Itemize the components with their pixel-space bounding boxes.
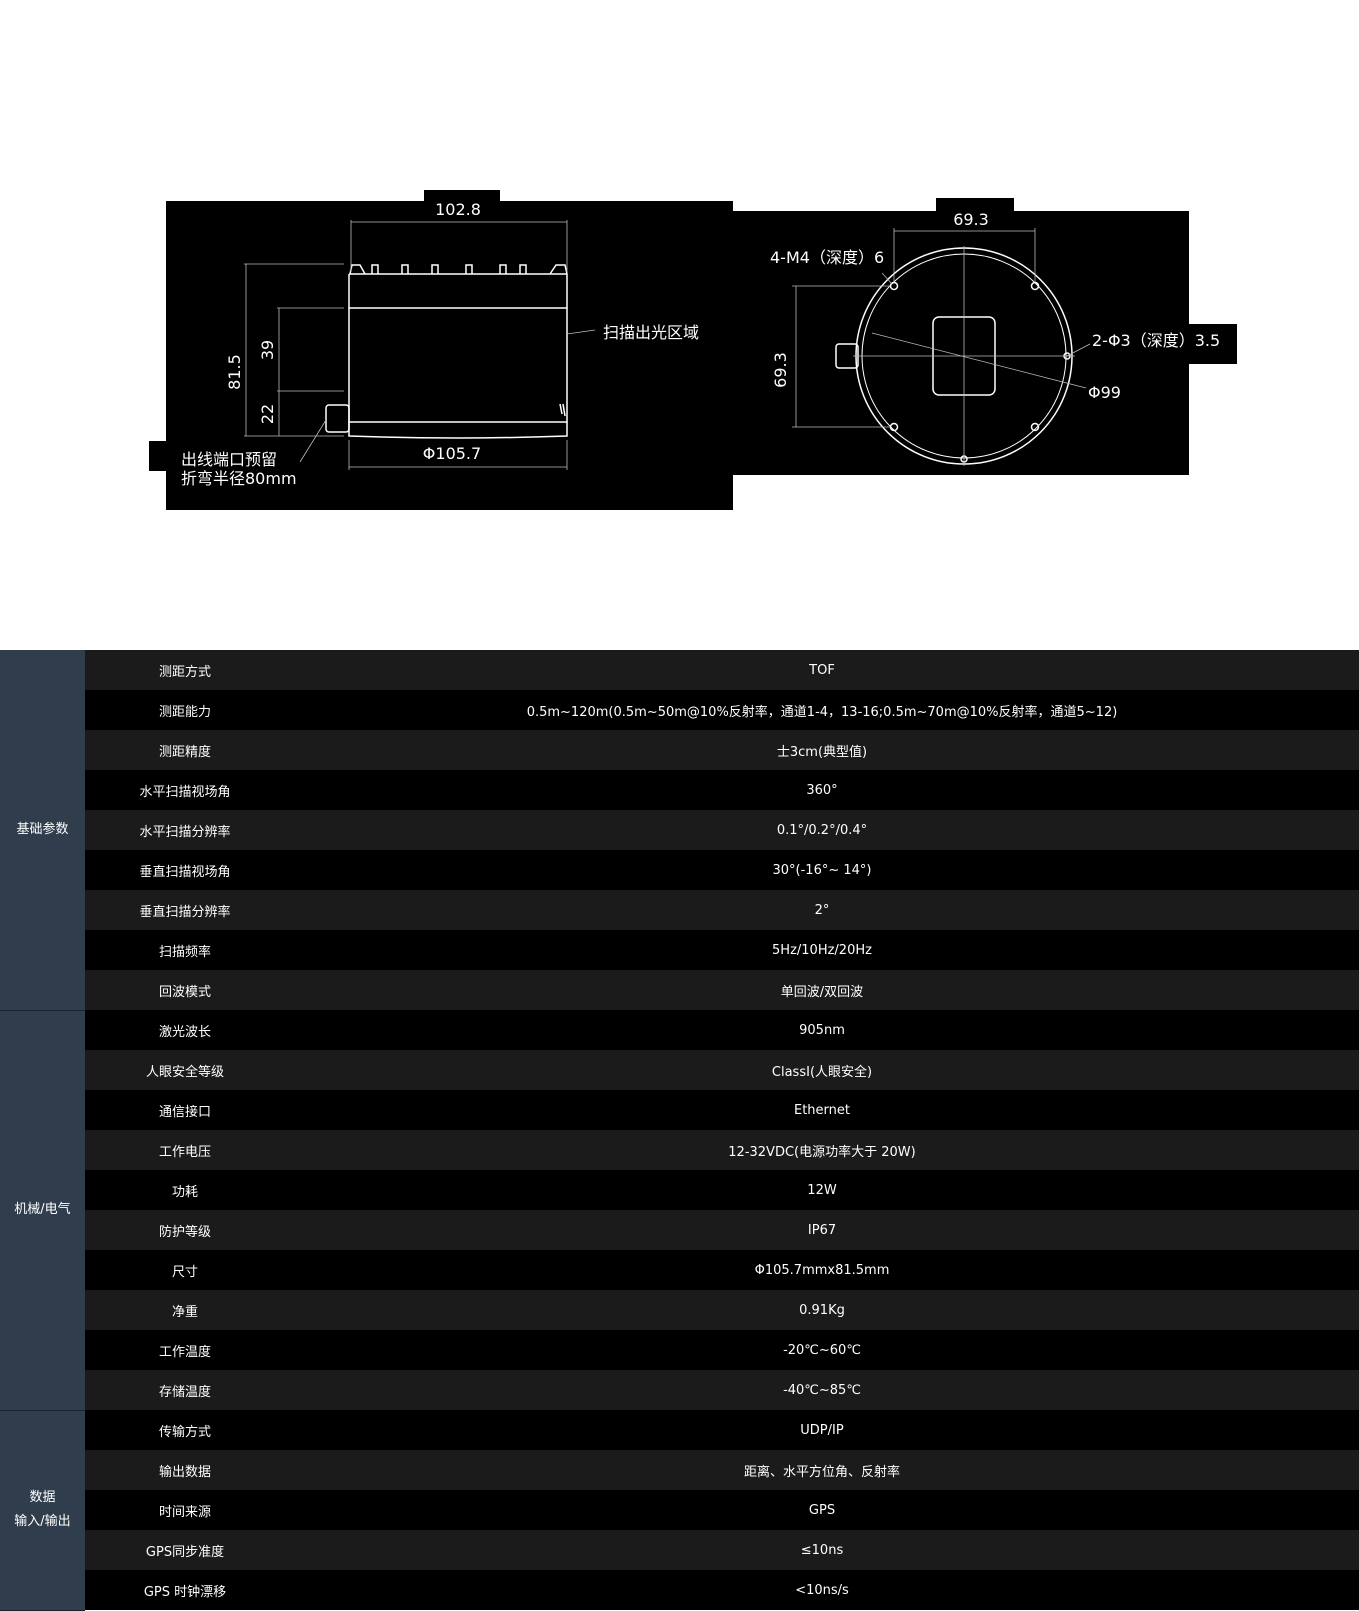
spec-row: GPS 时钟漂移 <10ns/s <box>0 1570 1359 1610</box>
spec-param-name: 防护等级 <box>85 1210 285 1250</box>
dim-diameter-label: Φ105.7 <box>423 444 481 463</box>
spec-row: 机械/电气 激光波长 905nm <box>0 1010 1359 1411</box>
spec-param-value: 12W <box>285 1170 1359 1210</box>
spec-param-name: 尺寸 <box>85 1250 285 1290</box>
spec-param-value: UDP/IP <box>285 1410 1359 1450</box>
spec-param-value: 距离、水平方位角、反射率 <box>285 1450 1359 1490</box>
spec-row: 通信接口 Ethernet <box>0 1090 1359 1130</box>
spec-param-name: 存储温度 <box>85 1370 285 1410</box>
spec-row: 水平扫描视场角 360° <box>0 770 1359 810</box>
spec-param-value: 12-32VDC(电源功率大于 20W) <box>285 1130 1359 1170</box>
scan-area-label: 扫描出光区域 <box>603 323 699 342</box>
spec-row: 回波模式 单回波/双回波 <box>0 970 1359 1010</box>
specification-table: 基础参数 测距方式 TOF 测距能力 0.5m~120m(0.5m~50m@10%反射率… <box>0 650 1359 1611</box>
dim-height-total-label: 81.5 <box>225 354 244 390</box>
spec-param-value: 士3cm(典型值) <box>285 730 1359 770</box>
spec-row: 净重 0.91Kg <box>0 1290 1359 1330</box>
spec-param-name: 工作电压 <box>85 1130 285 1170</box>
spec-row: 水平扫描分辨率 0.1°/0.2°/0.4° <box>0 810 1359 850</box>
spec-row: 人眼安全等级 ClassI(人眼安全) <box>0 1050 1359 1090</box>
spec-row: 输出数据 距离、水平方位角、反射率 <box>0 1450 1359 1490</box>
spec-row: 测距精度 士3cm(典型值) <box>0 730 1359 770</box>
spec-param-name: 输出数据 <box>85 1450 285 1490</box>
spec-param-name: 测距能力 <box>85 690 285 730</box>
spec-category-cell: 机械/电气 <box>0 1010 85 1411</box>
dim-horizontal-label: 69.3 <box>953 210 989 229</box>
spec-param-name: 激光波长 <box>85 1010 285 1050</box>
spec-category-cell: 数据输入/输出 <box>0 1410 85 1611</box>
spec-param-value: TOF <box>285 650 1359 690</box>
spec-param-name: 功耗 <box>85 1170 285 1210</box>
spec-category-label: 数据 <box>29 1490 56 1505</box>
phi99-label: Φ99 <box>1088 383 1121 402</box>
spec-param-name: 传输方式 <box>85 1410 285 1450</box>
spec-row: 数据 输入/输出 传输方式 UDP/IP <box>0 1410 1359 1611</box>
spec-param-value: 30°(-16°~ 14°) <box>285 850 1359 890</box>
spec-param-name: 测距方式 <box>85 650 285 690</box>
dim-upper-label: 39 <box>258 340 277 360</box>
spec-row: 扫描频率 5Hz/10Hz/20Hz <box>0 930 1359 970</box>
spec-param-value: IP67 <box>285 1210 1359 1250</box>
spec-row: 基础参数 测距方式 TOF <box>0 650 1359 1011</box>
spec-category-label: 输入/输出 <box>14 1514 71 1529</box>
spec-row: GPS同步准度 ≤10ns <box>0 1530 1359 1570</box>
spec-param-value: GPS <box>285 1490 1359 1530</box>
spec-param-name: 垂直扫描分辨率 <box>85 890 285 930</box>
top-view-drawing: 69.3 69.3 4-M4（深度）6 2-Φ3（深度）3.5 Φ99 <box>733 198 1237 475</box>
spec-row: 垂直扫描分辨率 2° <box>0 890 1359 930</box>
spec-param-value: 0.1°/0.2°/0.4° <box>285 810 1359 850</box>
spec-param-name: 工作温度 <box>85 1330 285 1370</box>
spec-param-value: 单回波/双回波 <box>285 970 1359 1010</box>
spec-param-value: 2° <box>285 890 1359 930</box>
spec-row: 测距能力 0.5m~120m(0.5m~50m@10%反射率，通道1-4，13-1… <box>0 690 1359 730</box>
spec-param-name: 净重 <box>85 1290 285 1330</box>
m4-holes-label: 4-M4（深度）6 <box>770 248 884 267</box>
spec-param-value: <10ns/s <box>285 1570 1359 1610</box>
spec-param-name: GPS同步准度 <box>85 1530 285 1570</box>
spec-row: 时间来源 GPS <box>0 1490 1359 1530</box>
spec-param-name: 水平扫描视场角 <box>85 770 285 810</box>
port-note-line1: 出线端口预留 <box>181 450 277 469</box>
spec-param-value: Ethernet <box>285 1090 1359 1130</box>
port-note-line2: 折弯半径80mm <box>181 469 297 488</box>
spec-param-name: 时间来源 <box>85 1490 285 1530</box>
spec-param-name: 测距精度 <box>85 730 285 770</box>
spec-category-label: 基础参数 <box>16 821 69 837</box>
spec-row: 工作电压 12-32VDC(电源功率大于 20W) <box>0 1130 1359 1170</box>
spec-param-value: 0.91Kg <box>285 1290 1359 1330</box>
spec-row: 功耗 12W <box>0 1170 1359 1210</box>
spec-param-value: -40℃~85℃ <box>285 1370 1359 1410</box>
spec-category-label: 机械/电气 <box>14 1202 71 1217</box>
spec-param-value: ≤10ns <box>285 1530 1359 1570</box>
spec-param-name: 垂直扫描视场角 <box>85 850 285 890</box>
spec-row: 工作温度 -20℃~60℃ <box>0 1330 1359 1370</box>
spec-param-value: ClassI(人眼安全) <box>285 1050 1359 1090</box>
side-view-drawing: 102.8 81.5 39 22 Φ105.7 扫描出光区域 出线端口预留 折弯… <box>149 190 733 510</box>
spec-row: 尺寸 Φ105.7mmx81.5mm <box>0 1250 1359 1290</box>
spec-param-name: GPS 时钟漂移 <box>85 1570 285 1610</box>
spec-param-name: 通信接口 <box>85 1090 285 1130</box>
dim-width-label: 102.8 <box>435 200 481 219</box>
spec-row: 防护等级 IP67 <box>0 1210 1359 1250</box>
spec-param-name: 水平扫描分辨率 <box>85 810 285 850</box>
spec-category-cell: 基础参数 <box>0 650 85 1011</box>
spec-param-value: -20℃~60℃ <box>285 1330 1359 1370</box>
dim-lower-label: 22 <box>258 404 277 424</box>
dim-vertical-label: 69.3 <box>771 352 790 388</box>
spec-param-value: Φ105.7mmx81.5mm <box>285 1250 1359 1290</box>
spec-param-value: 0.5m~120m(0.5m~50m@10%反射率，通道1-4，13-16;0.… <box>285 690 1359 730</box>
spec-param-value: 905nm <box>285 1010 1359 1050</box>
spec-row: 垂直扫描视场角 30°(-16°~ 14°) <box>0 850 1359 890</box>
spec-param-name: 扫描频率 <box>85 930 285 970</box>
spec-param-name: 人眼安全等级 <box>85 1050 285 1090</box>
spec-param-value: 360° <box>285 770 1359 810</box>
spec-param-value: 5Hz/10Hz/20Hz <box>285 930 1359 970</box>
spec-row: 存储温度 -40℃~85℃ <box>0 1370 1359 1410</box>
phi3-holes-label: 2-Φ3（深度）3.5 <box>1092 331 1220 350</box>
spec-param-name: 回波模式 <box>85 970 285 1010</box>
technical-drawings: 102.8 81.5 39 22 Φ105.7 扫描出光区域 出线端口预留 折弯… <box>149 190 1237 510</box>
